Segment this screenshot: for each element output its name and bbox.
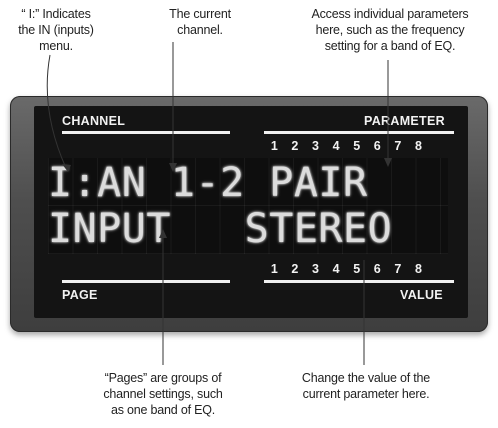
parameter-number: 7 — [394, 139, 402, 153]
parameter-number: 6 — [373, 139, 381, 153]
value-number: 3 — [312, 262, 319, 276]
parameter-number: 8 — [414, 139, 422, 153]
page-rule — [62, 280, 230, 283]
parameter-label: PARAMETER — [364, 114, 445, 128]
lcd-line-1: I:AN 1-2 PAIR — [48, 160, 368, 206]
value-number: 1 — [270, 262, 278, 276]
value-numbers: 12345678 — [264, 262, 429, 276]
callout-parameters: Access individual parameters here, such … — [311, 7, 469, 53]
parameter-number: 5 — [353, 139, 361, 153]
value-number: 7 — [394, 262, 402, 276]
callout-value: Change the value of the current paramete… — [301, 371, 431, 401]
callout-pages: “Pages” are groups of channel settings, … — [103, 371, 223, 417]
value-number: 8 — [414, 262, 422, 276]
parameter-number: 1 — [270, 139, 278, 153]
callout-in-menu: “ I:” Indicates the IN (inputs) menu. — [18, 7, 94, 53]
value-label: VALUE — [400, 288, 443, 302]
callout-current-channel: The current channel. — [169, 7, 231, 37]
parameter-number: 4 — [332, 139, 340, 153]
value-number: 2 — [291, 262, 299, 276]
channel-label: CHANNEL — [62, 114, 126, 128]
channel-rule — [62, 131, 230, 134]
lcd-line-2: INPUT STEREO — [48, 206, 393, 252]
parameter-number: 2 — [291, 139, 299, 153]
value-number: 5 — [353, 262, 361, 276]
parameter-numbers: 12345678 — [264, 139, 429, 153]
page-label: PAGE — [62, 288, 98, 302]
parameter-number: 3 — [312, 139, 319, 153]
parameter-rule — [264, 131, 454, 134]
value-rule — [264, 280, 454, 283]
value-number: 6 — [373, 262, 381, 276]
lcd-character-display: I:AN 1-2 PAIR INPUT STEREO — [48, 158, 448, 254]
value-number: 4 — [332, 262, 340, 276]
